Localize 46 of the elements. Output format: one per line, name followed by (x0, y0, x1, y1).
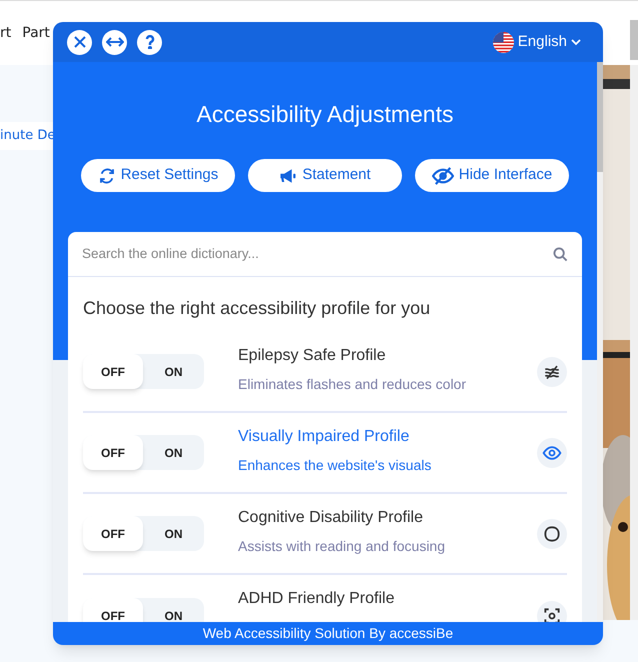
flag-icon (492, 32, 514, 52)
toggle-option[interactable]: ON (143, 435, 204, 470)
double-arrow-icon (106, 36, 124, 48)
scrollbar-thumb[interactable] (597, 62, 603, 172)
profile-toggle[interactable]: OFF ON (83, 354, 204, 389)
profile-description: Assists with reading and focusing (238, 537, 446, 556)
profile-description: Enhances the website's visuals (238, 456, 432, 475)
panel-title: Accessibility Adjustments (196, 100, 454, 128)
eye-slash-icon (432, 166, 454, 184)
toggle-option[interactable]: OFF (83, 354, 143, 389)
toggle-option[interactable]: ON (143, 354, 204, 389)
profile-description: Eliminates flashes and reduces color (238, 375, 468, 394)
profile-title: ADHD Friendly Profile (238, 589, 396, 609)
question-mark-icon (144, 35, 154, 49)
toggle-option[interactable]: OFF (83, 435, 143, 470)
toggle-option[interactable]: OFF (83, 516, 143, 551)
scrollbar-thumb[interactable] (630, 20, 638, 60)
footer-bar: Web Accessibility Solution By accessiBe (53, 622, 603, 645)
profile-title: Cognitive Disability Profile (238, 508, 424, 528)
nav-link[interactable]: rt (0, 22, 12, 44)
action-button[interactable]: Reset Settings (81, 159, 235, 192)
help-button[interactable] (137, 30, 162, 54)
focus-icon (537, 600, 567, 622)
profile-title: Visually Impaired Profile (238, 427, 410, 447)
refresh-icon (98, 166, 116, 184)
profile-toggle[interactable]: OFF ON (83, 516, 204, 551)
toggle-option[interactable]: ON (143, 516, 204, 551)
search-icon (553, 246, 568, 262)
close-button[interactable] (67, 30, 92, 54)
action-button[interactable]: Statement (248, 159, 402, 192)
eye-icon (537, 438, 567, 468)
section-heading: Choose the right accessibility profile for you (82, 297, 432, 320)
language-selector[interactable]: English (492, 30, 581, 54)
close-icon (72, 35, 86, 49)
chevron-down-icon (571, 38, 581, 46)
profile-toggle[interactable]: OFF ON (83, 435, 204, 470)
toggle-option[interactable]: OFF (83, 598, 143, 622)
profile-title: Epilepsy Safe Profile (238, 346, 387, 366)
resize-button[interactable] (102, 30, 127, 54)
toggle-option[interactable]: ON (143, 598, 204, 622)
action-button[interactable]: Hide Interface (415, 159, 569, 192)
profile-toggle[interactable]: OFF ON (83, 598, 204, 622)
waves-icon (537, 356, 567, 386)
search-field[interactable]: Search the online dictionary... (82, 244, 553, 264)
megaphone-icon (279, 168, 298, 184)
nav-link[interactable]: Part (22, 22, 50, 44)
